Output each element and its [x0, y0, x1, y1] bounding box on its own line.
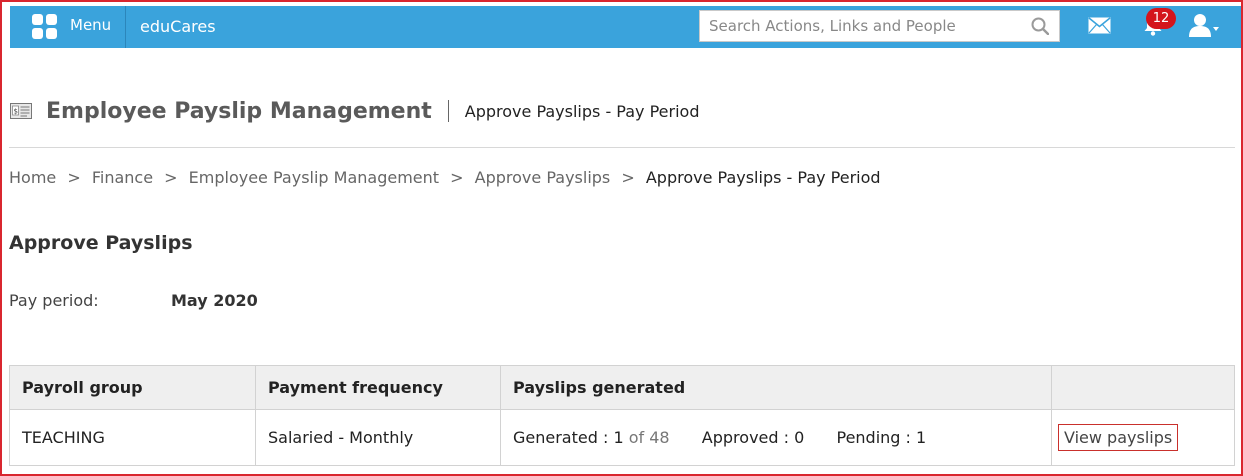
svg-text:$: $	[14, 108, 18, 116]
page-title: Employee Payslip Management	[46, 98, 432, 124]
menu-label: Menu	[70, 16, 112, 34]
actions-cell: View payslips	[1051, 409, 1235, 466]
pending-value: 1	[916, 428, 927, 447]
column-header-payment-frequency: Payment frequency	[255, 365, 501, 410]
breadcrumb-finance[interactable]: Finance	[92, 168, 153, 187]
top-navigation-bar: Menu eduCares 12	[10, 6, 1241, 48]
grid-menu-icon	[32, 14, 58, 40]
breadcrumb-current: Approve Payslips - Pay Period	[645, 168, 881, 187]
search-input[interactable]	[700, 11, 1020, 41]
breadcrumb: Home > Finance > Employee Payslip Manage…	[9, 168, 881, 187]
pay-period-label: Pay period:	[9, 291, 99, 310]
breadcrumb-separator: >	[67, 168, 81, 187]
column-header-payslips-generated: Payslips generated	[500, 365, 1052, 410]
generated-value: 1	[613, 428, 624, 447]
user-profile-icon[interactable]	[1189, 13, 1221, 37]
breadcrumb-separator: >	[164, 168, 178, 187]
menu-button[interactable]: Menu	[20, 6, 125, 48]
mail-icon[interactable]	[1088, 17, 1111, 34]
breadcrumb-approve-payslips[interactable]: Approve Payslips	[475, 168, 611, 187]
page-subtitle: Approve Payslips - Pay Period	[464, 101, 700, 121]
payment-frequency-cell: Salaried - Monthly	[255, 409, 501, 466]
notification-count-badge[interactable]: 12	[1146, 8, 1176, 29]
breadcrumb-separator: >	[621, 168, 635, 187]
column-header-actions	[1051, 365, 1235, 410]
table-header-row: Payroll group Payment frequency Payslips…	[9, 365, 1235, 410]
column-header-payroll-group: Payroll group	[9, 365, 256, 410]
search-box	[699, 10, 1060, 42]
generated-total: of 48	[628, 428, 670, 447]
payroll-group-cell: TEACHING	[9, 409, 256, 466]
header-divider	[9, 147, 1235, 148]
breadcrumb-separator: >	[450, 168, 464, 187]
breadcrumb-employee-payslip-management[interactable]: Employee Payslip Management	[189, 168, 439, 187]
approved-value: 0	[794, 428, 805, 447]
page-header: $ Employee Payslip Management Approve Pa…	[10, 96, 699, 126]
title-divider	[447, 100, 449, 122]
topbar-divider	[125, 6, 126, 48]
breadcrumb-home[interactable]: Home	[9, 168, 56, 187]
payroll-table: Payroll group Payment frequency Payslips…	[9, 365, 1235, 466]
search-icon[interactable]	[1031, 17, 1049, 35]
approved-label: Approved :	[701, 428, 790, 447]
payslips-generated-cell: Generated : 1 of 48 Approved : 0 Pending…	[500, 409, 1052, 466]
pending-label: Pending :	[836, 428, 911, 447]
pay-period-value: May 2020	[171, 291, 258, 310]
view-payslips-button[interactable]: View payslips	[1058, 424, 1179, 451]
payslip-icon: $	[10, 103, 32, 119]
generated-label: Generated :	[513, 428, 609, 447]
section-title: Approve Payslips	[9, 232, 193, 254]
app-name-link[interactable]: eduCares	[140, 17, 216, 36]
table-row: TEACHING Salaried - Monthly Generated : …	[9, 409, 1235, 466]
